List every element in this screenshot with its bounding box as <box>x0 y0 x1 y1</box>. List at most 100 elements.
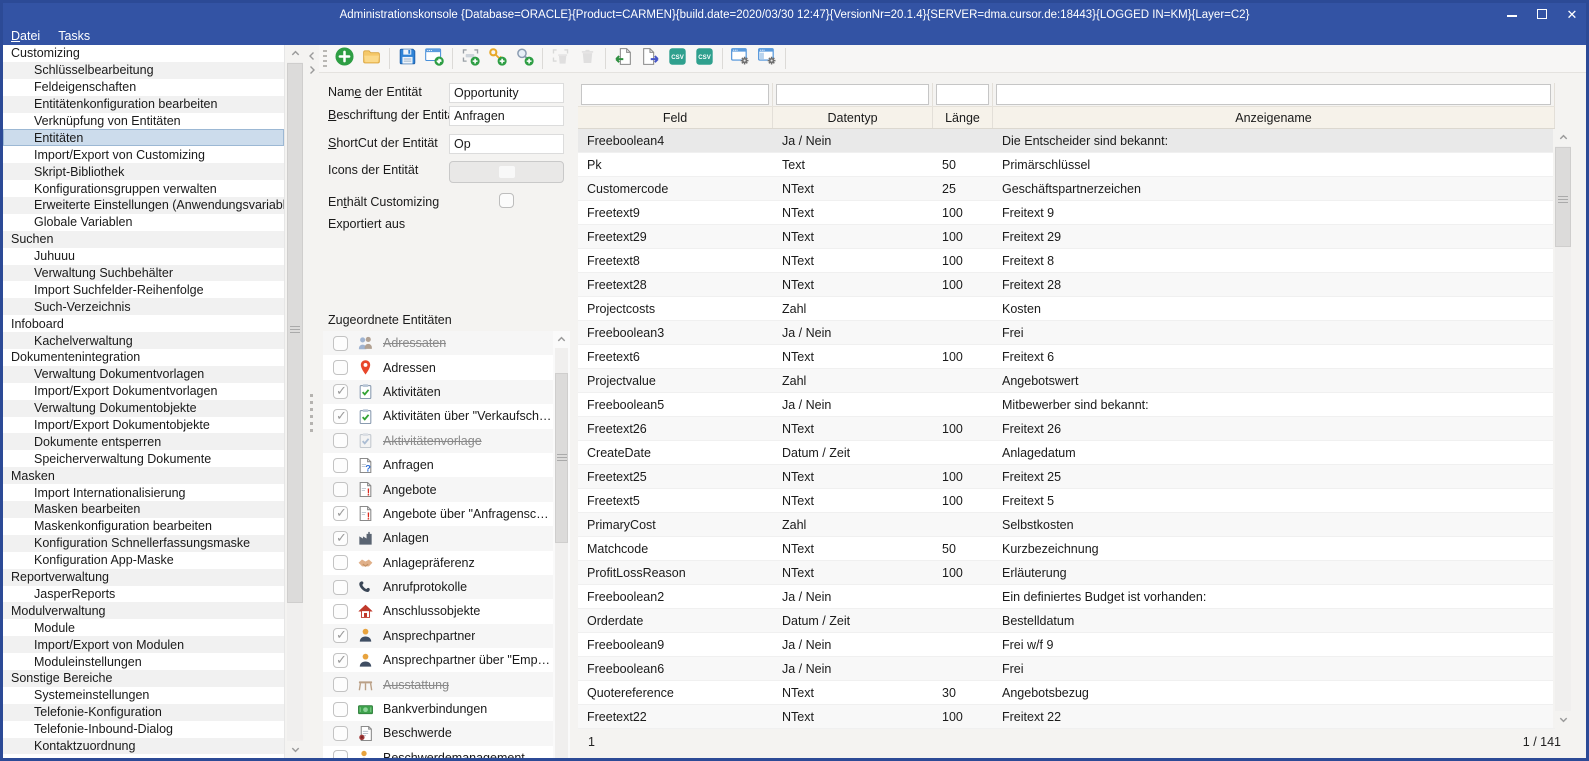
entity-checkbox[interactable] <box>333 580 348 595</box>
window-settings-button[interactable] <box>727 46 754 72</box>
entity-checkbox[interactable] <box>333 384 348 399</box>
close-button[interactable]: ✕ <box>1564 3 1580 27</box>
sidebar-item-globale-variablen[interactable]: Globale Variablen <box>3 214 284 231</box>
entity-checkbox[interactable] <box>333 360 348 375</box>
sidebar-item-import-internationalisierung[interactable]: Import Internationalisierung <box>3 484 284 501</box>
entity-checkbox[interactable] <box>333 482 348 497</box>
splitter-grip[interactable] <box>310 390 313 436</box>
table-row-pk[interactable]: PkText50Primärschlüssel <box>578 153 1555 177</box>
entity-item-angebote[interactable]: !Angebote <box>323 477 553 501</box>
entity-item-aktivitäten[interactable]: Aktivitäten <box>323 380 553 404</box>
sidebar-section-customizing[interactable]: Customizing <box>3 45 284 62</box>
window-settings-alt-button[interactable] <box>754 46 781 72</box>
scrollbar-thumb[interactable] <box>287 63 303 603</box>
sidebar-section-dokumentenintegration[interactable]: Dokumentenintegration <box>3 349 284 366</box>
entity-checkbox[interactable] <box>333 506 348 521</box>
table-row-projectcosts[interactable]: ProjectcostsZahlKosten <box>578 297 1555 321</box>
table-row-freeboolean9[interactable]: Freeboolean9Ja / NeinFrei w/f 9 <box>578 633 1555 657</box>
scroll-up-icon[interactable] <box>285 45 305 62</box>
filter-input-feld[interactable] <box>581 84 769 105</box>
sidebar-item-import-export-von-customizing[interactable]: Import/Export von Customizing <box>3 146 284 163</box>
column-header-länge[interactable]: Länge <box>933 107 993 128</box>
sidebar-item-moduleinstellungen[interactable]: Moduleinstellungen <box>3 653 284 670</box>
table-row-freetext6[interactable]: Freetext6NText100Freitext 6 <box>578 345 1555 369</box>
entity-checkbox[interactable] <box>333 702 348 717</box>
entity-item-adressen[interactable]: Adressen <box>323 355 553 379</box>
entity-item-anlagen[interactable]: Anlagen <box>323 526 553 550</box>
filter-input-anzeigename[interactable] <box>996 84 1551 105</box>
table-row-freetext26[interactable]: Freetext26NText100Freitext 26 <box>578 417 1555 441</box>
entity-item-anschlussobjekte[interactable]: Anschlussobjekte <box>323 599 553 623</box>
entity-checkbox[interactable] <box>333 531 348 546</box>
scroll-up-icon[interactable] <box>1553 129 1573 146</box>
table-row-createdate[interactable]: CreateDateDatum / ZeitAnlagedatum <box>578 441 1555 465</box>
table-row-profitlossreason[interactable]: ProfitLossReasonNText100Erläuterung <box>578 561 1555 585</box>
open-folder-button[interactable] <box>358 46 385 72</box>
sidebar-item-kachelverwaltung[interactable]: Kachelverwaltung <box>3 332 284 349</box>
scroll-up-icon[interactable] <box>553 331 570 348</box>
sidebar-section-reportverwaltung[interactable]: Reportverwaltung <box>3 569 284 586</box>
sidebar-item-feldeigenschaften[interactable]: Feldeigenschaften <box>3 79 284 96</box>
csv-import-button[interactable]: CSV <box>664 46 691 72</box>
field-add-button[interactable] <box>457 46 484 72</box>
sidebar-item-verwaltung-dokumentvorlagen[interactable]: Verwaltung Dokumentvorlagen <box>3 366 284 383</box>
table-row-matchcode[interactable]: MatchcodeNText50Kurzbezeichnung <box>578 537 1555 561</box>
sidebar-item-konfiguration-app-maske[interactable]: Konfiguration App-Maske <box>3 552 284 569</box>
sidebar-item-verwaltung-suchbehälter[interactable]: Verwaltung Suchbehälter <box>3 265 284 282</box>
entity-checkbox[interactable] <box>333 458 348 473</box>
table-row-freeboolean4[interactable]: Freeboolean4Ja / NeinDie Entscheider sin… <box>578 129 1555 153</box>
sidebar-item-systemeinstellungen[interactable]: Systemeinstellungen <box>3 687 284 704</box>
entity-checkbox[interactable] <box>333 433 348 448</box>
column-header-datentyp[interactable]: Datentyp <box>773 107 933 128</box>
entity-item-bankverbindungen[interactable]: Bankverbindungen <box>323 697 553 721</box>
collapse-right-icon[interactable] <box>306 63 318 75</box>
save-button[interactable] <box>394 46 421 72</box>
sidebar-item-speicherverwaltung-dokumente[interactable]: Speicherverwaltung Dokumente <box>3 450 284 467</box>
sidebar-item-entitäten[interactable]: Entitäten <box>3 129 284 146</box>
table-row-projectvalue[interactable]: ProjectvalueZahlAngebotswert <box>578 369 1555 393</box>
sidebar-item-import-suchfelder-reihenfolge[interactable]: Import Suchfelder-Reihenfolge <box>3 281 284 298</box>
entity-checkbox[interactable] <box>333 604 348 619</box>
entity-list-scrollbar[interactable] <box>553 331 570 761</box>
sidebar-item-masken-bearbeiten[interactable]: Masken bearbeiten <box>3 501 284 518</box>
entity-checkbox[interactable] <box>333 336 348 351</box>
entity-checkbox[interactable] <box>333 555 348 570</box>
table-row-freetext29[interactable]: Freetext29NText100Freitext 29 <box>578 225 1555 249</box>
menu-item-datei[interactable]: Datei <box>11 29 40 43</box>
entity-item-ansprechpartner[interactable]: Ansprechpartner <box>323 624 553 648</box>
window-check-button[interactable] <box>421 46 448 72</box>
table-row-customercode[interactable]: CustomercodeNText25Geschäftspartnerzeich… <box>578 177 1555 201</box>
csv-export-button[interactable]: CSV <box>691 46 718 72</box>
entity-icons-button[interactable] <box>449 161 564 183</box>
table-row-freetext9[interactable]: Freetext9NText100Freitext 9 <box>578 201 1555 225</box>
table-scrollbar[interactable] <box>1553 129 1573 728</box>
sidebar-section-infoboard[interactable]: Infoboard <box>3 315 284 332</box>
scrollbar-thumb[interactable] <box>555 373 568 543</box>
maximize-button[interactable] <box>1534 3 1550 27</box>
table-row-freetext8[interactable]: Freetext8NText100Freitext 8 <box>578 249 1555 273</box>
entity-item-aktivitätenvorlage[interactable]: Aktivitätenvorlage <box>323 429 553 453</box>
sidebar-item-telefonie-inbound-dialog[interactable]: Telefonie-Inbound-Dialog <box>3 721 284 738</box>
table-row-quotereference[interactable]: QuotereferenceNText30Angebotsbezug <box>578 681 1555 705</box>
entity-checkbox[interactable] <box>333 628 348 643</box>
table-row-orderdate[interactable]: OrderdateDatum / ZeitBestelldatum <box>578 609 1555 633</box>
sidebar-item-module[interactable]: Module <box>3 619 284 636</box>
entity-item-aktivitäten-über-verkaufscha[interactable]: Aktivitäten über "Verkaufscha... <box>323 404 553 428</box>
scrollbar-thumb[interactable] <box>1555 147 1571 247</box>
sidebar-item-telefonie-konfiguration[interactable]: Telefonie-Konfiguration <box>3 704 284 721</box>
sidebar-item-such-verzeichnis[interactable]: Such-Verzeichnis <box>3 298 284 315</box>
sidebar-section-modulverwaltung[interactable]: Modulverwaltung <box>3 602 284 619</box>
add-button[interactable] <box>331 46 358 72</box>
panel-splitter[interactable] <box>305 45 319 758</box>
input-beschriftung-der-entität[interactable] <box>449 106 564 126</box>
table-row-freeboolean5[interactable]: Freeboolean5Ja / NeinMitbewerber sind be… <box>578 393 1555 417</box>
entity-item-adressaten[interactable]: Adressaten <box>323 331 553 355</box>
sidebar-item-verknüpfung-von-entitäten[interactable]: Verknüpfung von Entitäten <box>3 113 284 130</box>
sidebar-scrollbar[interactable] <box>285 45 305 758</box>
entity-item-angebote-über-anfragenschl[interactable]: !Angebote über "Anfragenschl... <box>323 502 553 526</box>
scroll-down-icon[interactable] <box>1553 711 1573 728</box>
menu-item-tasks[interactable]: Tasks <box>58 29 90 43</box>
entity-item-anlagepräferenz[interactable]: Anlagepräferenz <box>323 551 553 575</box>
column-header-anzeigename[interactable]: Anzeigename <box>993 107 1555 128</box>
sidebar-item-konfiguration-schnellerfassungsmaske[interactable]: Konfiguration Schnellerfassungsmaske <box>3 535 284 552</box>
